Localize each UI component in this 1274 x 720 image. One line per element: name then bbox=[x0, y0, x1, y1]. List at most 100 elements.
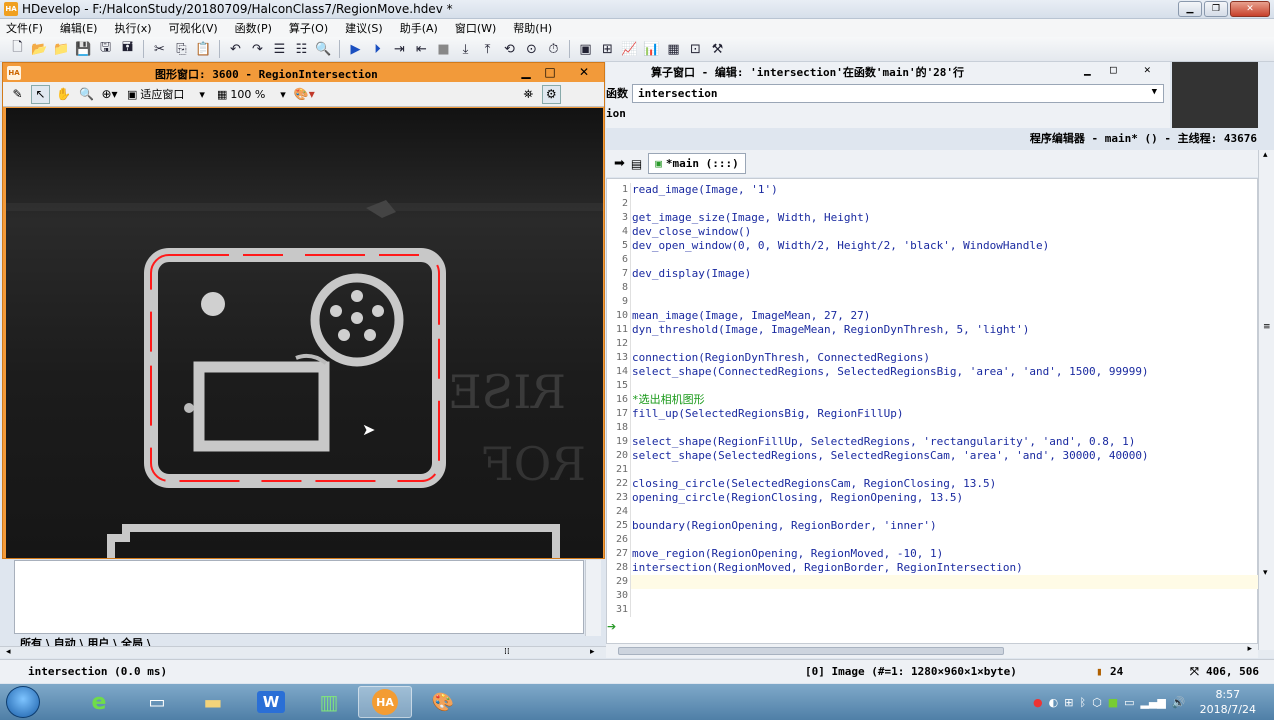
minimize-button[interactable]: ▁ bbox=[1178, 1, 1202, 17]
menu-edit[interactable]: 编辑(E) bbox=[60, 20, 98, 36]
stop-icon[interactable]: ■ bbox=[434, 40, 453, 59]
code-line[interactable]: dyn_threshold(Image, ImageMean, RegionDy… bbox=[631, 323, 1258, 337]
code-line[interactable]: select_shape(RegionFillUp, SelectedRegio… bbox=[631, 435, 1258, 449]
save-icon[interactable]: 💾 bbox=[74, 40, 93, 59]
window-icon[interactable]: ▣ bbox=[576, 40, 595, 59]
code-line[interactable] bbox=[631, 575, 1258, 589]
color-palette-icon[interactable]: 🎨▾ bbox=[294, 85, 315, 104]
measure-icon[interactable]: ⊡ bbox=[686, 40, 705, 59]
scroll-up-icon[interactable]: ▴ bbox=[1263, 150, 1268, 160]
new-file-icon[interactable]: 🗋 bbox=[8, 40, 27, 59]
menu-operators[interactable]: 算子(O) bbox=[289, 20, 328, 36]
operator-window-title-bar[interactable]: 算子窗口 - 编辑: 'intersection'在函数'main'的'28'行… bbox=[606, 62, 1170, 82]
zoom-window-icon[interactable]: ⊞ bbox=[598, 40, 617, 59]
code-line[interactable]: mean_image(Image, ImageMean, 27, 27) bbox=[631, 309, 1258, 323]
outdent-icon[interactable]: ☷ bbox=[292, 40, 311, 59]
desktop-icon[interactable]: ▭ bbox=[130, 686, 184, 718]
code-line[interactable]: intersection(RegionMoved, RegionBorder, … bbox=[631, 561, 1258, 575]
scroll-right-icon[interactable]: ▸ bbox=[1247, 644, 1252, 654]
tray-bluetooth-icon[interactable]: ᛒ bbox=[1079, 696, 1086, 709]
code-editor[interactable]: 1 2 3 4 5 6 7 8 9 10 11 12 13 14 15 16 17 18 19 20 21 22 23 24 2… bbox=[606, 178, 1258, 644]
graphics-window-titlebar[interactable]: HA 图形窗口: 3600 - RegionIntersection ▁ □ ✕ bbox=[3, 63, 604, 82]
scroll-grip-icon[interactable]: ≡ bbox=[1263, 322, 1271, 332]
cut-icon[interactable]: ✂ bbox=[150, 40, 169, 59]
output-scrollbar[interactable] bbox=[585, 560, 601, 636]
step-back-icon[interactable]: ⇤ bbox=[412, 40, 431, 59]
splitter-grip-icon[interactable]: ⁞⁞ bbox=[504, 647, 510, 657]
forward-arrow-icon[interactable]: ➡ bbox=[614, 156, 625, 171]
halcon-icon[interactable]: HA bbox=[358, 686, 412, 718]
code-line[interactable]: select_shape(SelectedRegions, SelectedRe… bbox=[631, 449, 1258, 463]
open-file-icon[interactable]: 📂 bbox=[30, 40, 49, 59]
code-line[interactable]: dev_close_window() bbox=[631, 225, 1258, 239]
operator-select[interactable]: intersection ▼ bbox=[632, 83, 1164, 103]
code-line[interactable]: select_shape(ConnectedRegions, SelectedR… bbox=[631, 365, 1258, 379]
code-line[interactable]: dev_display(Image) bbox=[631, 267, 1258, 281]
restore-button[interactable]: ❐ bbox=[1204, 1, 1228, 17]
ie-icon[interactable]: e bbox=[72, 686, 126, 718]
operator-close-icon[interactable]: ✕ bbox=[1144, 63, 1151, 76]
folder-icon[interactable]: ▬ bbox=[186, 686, 240, 718]
pixel-info-icon[interactable]: ⛯ bbox=[519, 85, 538, 104]
step-into-icon[interactable]: ⤓ bbox=[456, 40, 475, 59]
code-line[interactable]: get_image_size(Image, Width, Height) bbox=[631, 211, 1258, 225]
pan-hand-icon[interactable]: ✋ bbox=[54, 85, 73, 104]
histogram-icon[interactable]: 📈 bbox=[620, 40, 639, 59]
run-to-icon[interactable]: ⏵ bbox=[368, 40, 387, 59]
code-line[interactable] bbox=[631, 603, 1258, 617]
code-line[interactable] bbox=[631, 463, 1258, 477]
menu-visualize[interactable]: 可视化(V) bbox=[169, 20, 218, 36]
step-over-icon[interactable]: ⇥ bbox=[390, 40, 409, 59]
editor-scroll-thumb[interactable] bbox=[618, 647, 1004, 655]
procedure-list-icon[interactable]: ▤ bbox=[631, 157, 642, 171]
scroll-left-icon[interactable]: ◂ bbox=[6, 647, 11, 657]
code-line[interactable] bbox=[631, 533, 1258, 547]
menu-suggestions[interactable]: 建议(S) bbox=[345, 20, 383, 36]
code-line[interactable] bbox=[631, 379, 1258, 393]
code-line[interactable]: fill_up(SelectedRegionsBig, RegionFillUp… bbox=[631, 407, 1258, 421]
undo-icon[interactable]: ↶ bbox=[226, 40, 245, 59]
tray-record-icon[interactable]: ● bbox=[1033, 696, 1043, 709]
tray-app-icon[interactable]: ◐ bbox=[1049, 696, 1059, 709]
reset-icon[interactable]: ⟲ bbox=[500, 40, 519, 59]
code-line[interactable]: read_image(Image, '1') bbox=[631, 183, 1258, 197]
zoom-dropdown-icon[interactable]: ⊕▾ bbox=[100, 85, 119, 104]
code-line[interactable] bbox=[631, 197, 1258, 211]
feature-icon[interactable]: ▦ bbox=[664, 40, 683, 59]
open-example-icon[interactable]: 📁 bbox=[52, 40, 71, 59]
code-line[interactable] bbox=[631, 253, 1258, 267]
zoom-level-dropdown[interactable]: ▦ 100 % ▾ bbox=[213, 88, 290, 101]
tray-gpu-icon[interactable]: ■ bbox=[1108, 696, 1118, 709]
graphics-close-icon[interactable]: ✕ bbox=[575, 65, 593, 79]
code-line[interactable] bbox=[631, 505, 1258, 519]
tray-signal-icon[interactable]: ▂▄▆ bbox=[1141, 696, 1166, 709]
menu-window[interactable]: 窗口(W) bbox=[455, 20, 496, 36]
image-canvas[interactable]: RISE ROF ➤ bbox=[6, 108, 603, 558]
code-line[interactable]: closing_circle(SelectedRegionsCam, Regio… bbox=[631, 477, 1258, 491]
tray-volume-icon[interactable]: 🔊 bbox=[1172, 696, 1186, 709]
menu-procedures[interactable]: 函数(P) bbox=[235, 20, 272, 36]
code-line[interactable]: connection(RegionDynThresh, ConnectedReg… bbox=[631, 351, 1258, 365]
clock[interactable]: 8:57 2018/7/24 bbox=[1200, 687, 1256, 717]
menu-execute[interactable]: 执行(x) bbox=[114, 20, 151, 36]
save-all-icon[interactable]: 🖬 bbox=[118, 40, 137, 59]
start-button[interactable] bbox=[6, 686, 40, 718]
code-line[interactable]: opening_circle(RegionClosing, RegionOpen… bbox=[631, 491, 1258, 505]
code-line[interactable]: *选出相机图形 bbox=[631, 393, 1258, 407]
code-lines[interactable]: read_image(Image, '1') get_image_size(Ima… bbox=[630, 183, 1258, 617]
code-line[interactable] bbox=[631, 589, 1258, 603]
step-out-icon[interactable]: ⤒ bbox=[478, 40, 497, 59]
graphics-minimize-icon[interactable]: ▁ bbox=[517, 65, 535, 79]
code-line[interactable]: boundary(RegionOpening, RegionBorder, 'i… bbox=[631, 519, 1258, 533]
menu-help[interactable]: 帮助(H) bbox=[513, 20, 552, 36]
tray-network-icon[interactable]: ⬡ bbox=[1092, 696, 1102, 709]
operator-minimize-icon[interactable]: ▁ bbox=[1084, 63, 1091, 76]
scroll-down-icon[interactable]: ▾ bbox=[1263, 568, 1268, 578]
code-line[interactable] bbox=[631, 337, 1258, 351]
menu-assistants[interactable]: 助手(A) bbox=[400, 20, 438, 36]
variable-icon[interactable]: ⚒ bbox=[708, 40, 727, 59]
code-line[interactable] bbox=[631, 421, 1258, 435]
code-line[interactable]: dev_open_window(0, 0, Width/2, Height/2,… bbox=[631, 239, 1258, 253]
operator-maximize-icon[interactable]: □ bbox=[1110, 63, 1117, 76]
app-icon[interactable]: ▥ bbox=[302, 686, 356, 718]
